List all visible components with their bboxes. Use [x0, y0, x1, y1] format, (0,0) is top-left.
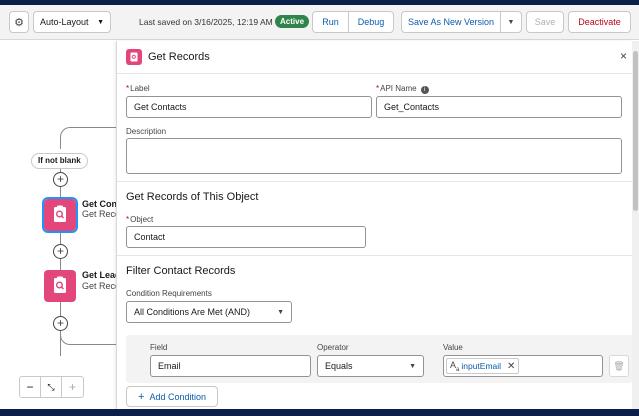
- zoom-in-button[interactable]: +: [62, 377, 83, 397]
- condition-requirements-select[interactable]: All Conditions Are Met (AND) ▼: [126, 301, 292, 323]
- trash-icon: 🗑: [613, 361, 625, 371]
- divider: [117, 181, 632, 182]
- toolbar: ⚙ Auto-Layout ▼ Last saved on 3/16/2025,…: [0, 5, 639, 40]
- label-field-label: *Label: [126, 84, 150, 93]
- flow-connector: [60, 127, 120, 149]
- condition-requirements-label: Condition Requirements: [126, 289, 212, 298]
- gear-icon: ⚙: [14, 16, 24, 29]
- object-section-title: Get Records of This Object: [126, 191, 259, 203]
- description-label: Description: [126, 127, 167, 136]
- save-as-new-version-button[interactable]: Save As New Version: [401, 11, 501, 33]
- chevron-down-icon: ▼: [507, 18, 515, 26]
- flow-connector-bottom: [60, 323, 120, 345]
- value-input[interactable]: Aa inputEmail ✕: [443, 355, 603, 377]
- chevron-down-icon: ▼: [97, 18, 104, 26]
- run-button[interactable]: Run: [312, 11, 349, 33]
- api-name-label: *API Name i: [376, 84, 429, 94]
- get-records-icon: [126, 49, 142, 65]
- zoom-out-button[interactable]: −: [20, 377, 41, 397]
- operator-column-label: Operator: [317, 343, 349, 352]
- panel-header: Get Records ×: [117, 41, 632, 74]
- delete-condition-button[interactable]: 🗑: [609, 355, 629, 377]
- decision-label[interactable]: If not blank: [31, 153, 88, 169]
- get-leads-node[interactable]: [44, 270, 76, 302]
- save-options-button[interactable]: ▼: [500, 11, 522, 33]
- remove-icon[interactable]: ✕: [507, 361, 515, 372]
- save-button[interactable]: Save: [526, 11, 564, 33]
- value-column-label: Value: [443, 343, 463, 352]
- node-title: Get Lead: [82, 270, 121, 280]
- deactivate-button[interactable]: Deactivate: [568, 11, 631, 33]
- get-records-icon: [54, 276, 66, 293]
- divider: [117, 255, 632, 256]
- api-name-input[interactable]: Get_Contacts: [376, 96, 622, 118]
- node-title: Get Cont: [82, 199, 120, 209]
- add-condition-button[interactable]: + Add Condition: [126, 386, 218, 407]
- scrollbar-thumb[interactable]: [633, 51, 638, 211]
- object-input[interactable]: Contact: [126, 226, 366, 248]
- scrollbar[interactable]: [632, 41, 639, 409]
- field-input[interactable]: Email: [150, 355, 311, 377]
- layout-select[interactable]: Auto-Layout ▼: [33, 11, 111, 33]
- chevron-down-icon: ▼: [277, 308, 284, 316]
- get-records-icon: [44, 199, 76, 231]
- chevron-down-icon: ▼: [409, 362, 416, 370]
- add-element-button[interactable]: +: [53, 244, 68, 259]
- plus-icon: +: [138, 390, 145, 403]
- get-contacts-node[interactable]: [42, 197, 78, 233]
- text-type-icon: Aa: [450, 359, 460, 373]
- operator-select[interactable]: Equals ▼: [317, 355, 424, 377]
- status-badge: Active: [275, 15, 310, 28]
- fit-view-button[interactable]: ⤡: [41, 377, 62, 397]
- settings-button[interactable]: ⚙: [9, 11, 29, 33]
- properties-panel: Get Records × *Label Get Contacts *API N…: [116, 41, 632, 409]
- add-element-button[interactable]: +: [53, 172, 68, 187]
- debug-button[interactable]: Debug: [348, 11, 394, 33]
- bottom-bar: [0, 409, 639, 416]
- filter-section-title: Filter Contact Records: [126, 265, 236, 277]
- value-pill[interactable]: Aa inputEmail ✕: [446, 358, 520, 374]
- panel-title: Get Records: [148, 51, 210, 63]
- add-element-button[interactable]: +: [53, 316, 68, 331]
- label-input[interactable]: Get Contacts: [126, 96, 372, 118]
- field-column-label: Field: [150, 343, 168, 352]
- close-icon[interactable]: ×: [620, 49, 627, 63]
- last-saved-text: Last saved on 3/16/2025, 12:19 AM: [139, 17, 273, 27]
- compress-icon: ⤡: [47, 382, 55, 392]
- zoom-controls: − ⤡ +: [19, 376, 84, 398]
- description-textarea[interactable]: [126, 138, 622, 174]
- info-icon[interactable]: i: [420, 86, 429, 94]
- object-label: *Object: [126, 215, 154, 224]
